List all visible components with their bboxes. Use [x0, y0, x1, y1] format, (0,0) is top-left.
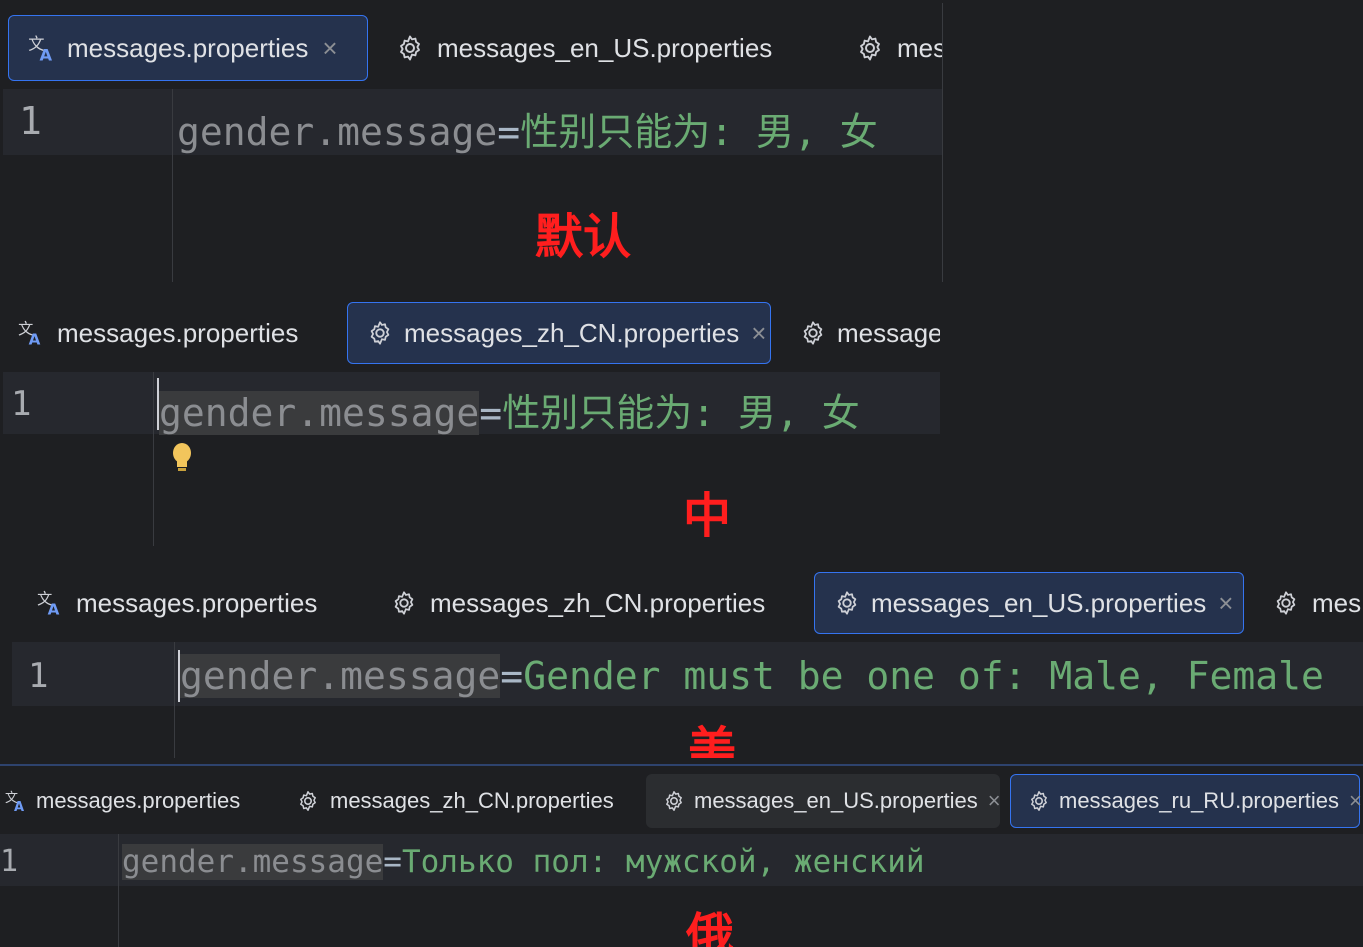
- code-line: gender.message=Gender must be one of: Ma…: [180, 654, 1324, 698]
- gear-icon: [662, 789, 686, 813]
- translate-icon: [27, 33, 57, 63]
- tab-messages-en-us[interactable]: messages_en_US.properties ×: [814, 572, 1244, 634]
- tab-label: messages.properties: [76, 587, 318, 618]
- close-icon[interactable]: ×: [322, 33, 337, 64]
- translate-icon: [4, 789, 28, 813]
- tab-messages-properties[interactable]: messages.properties ×: [8, 15, 368, 81]
- line-number: 1: [11, 384, 32, 424]
- close-icon[interactable]: ×: [988, 788, 1001, 814]
- property-key: gender.message: [177, 110, 498, 154]
- translate-icon: [36, 589, 64, 617]
- tab-messages-properties[interactable]: messages.properties: [4, 774, 240, 828]
- line-number: 1: [0, 844, 19, 879]
- code-editor[interactable]: 1 gender.message=性别只能为: 男, 女 默认: [3, 89, 942, 282]
- code-line: gender.message=性别只能为: 男, 女: [177, 101, 878, 156]
- tab-messages-zh-cn[interactable]: messages_zh_CN.properties: [390, 572, 765, 634]
- line-number: 1: [19, 99, 42, 143]
- gear-icon: [1272, 589, 1300, 617]
- gear-icon: [1027, 789, 1051, 813]
- editor-panel-zh-cn: messages.properties messages_zh_CN.prope…: [3, 290, 940, 546]
- tab-messages-zh-cn[interactable]: messages_zh_CN.properties ×: [347, 302, 771, 364]
- locale-annotation: 俄: [686, 908, 735, 947]
- tab-messages-properties[interactable]: messages.properties: [17, 302, 298, 364]
- tab-truncated[interactable]: mes: [1272, 572, 1361, 634]
- editor-panel-ru-ru: messages.properties messages_zh_CN.prope…: [0, 764, 1363, 947]
- tab-truncated[interactable]: mes: [855, 15, 943, 81]
- tab-label: messages.properties: [57, 317, 299, 348]
- tab-bar: messages.properties messages_zh_CN.prope…: [12, 560, 1363, 642]
- gear-icon: [296, 789, 320, 813]
- tab-bar: messages.properties messages_zh_CN.prope…: [3, 290, 940, 372]
- property-value: Только пол: мужской, женский: [401, 844, 925, 880]
- equals-sign: =: [383, 844, 402, 880]
- tab-label: mes: [897, 32, 943, 63]
- gear-icon: [366, 319, 394, 347]
- gear-icon: [855, 33, 885, 63]
- equals-sign: =: [497, 110, 521, 154]
- tab-label: messages_ru_RU.properties: [1059, 788, 1340, 813]
- tab-label: mes: [1312, 587, 1362, 618]
- close-icon[interactable]: ×: [751, 318, 766, 349]
- locale-annotation: 美: [688, 722, 737, 758]
- tab-label: messages_en_US.properties: [871, 587, 1207, 618]
- gutter-separator: [153, 372, 154, 546]
- property-value: 性别只能为: 男, 女: [520, 110, 878, 154]
- gear-icon: [395, 33, 425, 63]
- property-value: 性别只能为: 男, 女: [502, 391, 860, 435]
- tab-label: messages_en_US.properties: [694, 788, 978, 813]
- close-icon[interactable]: ×: [1218, 588, 1233, 619]
- tab-label: messages.properties: [67, 32, 309, 63]
- line-number: 1: [28, 656, 49, 696]
- code-line: gender.message=性别只能为: 男, 女: [159, 382, 860, 437]
- equals-sign: =: [479, 391, 503, 435]
- property-key: gender.message: [159, 391, 480, 435]
- gutter-separator: [174, 642, 175, 758]
- equals-sign: =: [500, 654, 524, 698]
- gear-icon: [390, 589, 418, 617]
- gutter-separator: [172, 89, 173, 282]
- tab-label: messages_zh_CN.properties: [430, 587, 766, 618]
- tab-bar: messages.properties × messages_en_US.pro…: [3, 3, 942, 89]
- tab-label: messages_en_US.properties: [437, 32, 773, 63]
- translate-icon: [17, 319, 45, 347]
- tab-messages-en-us[interactable]: messages_en_US.properties: [395, 15, 772, 81]
- tab-label: messages_zh_CN.properties: [404, 317, 740, 348]
- property-key: gender.message: [122, 844, 384, 880]
- locale-annotation: 中: [683, 488, 732, 544]
- property-value: Gender must be one of: Male, Female: [523, 654, 1324, 698]
- editor-panel-en-us: messages.properties messages_zh_CN.prope…: [12, 560, 1363, 758]
- gear-icon: [833, 589, 861, 617]
- gear-icon: [799, 319, 827, 347]
- tab-messages-en-us[interactable]: messages_en_US.properties ×: [646, 774, 1001, 828]
- tab-label: message: [837, 317, 940, 348]
- tab-messages-ru-ru[interactable]: messages_ru_RU.properties ×: [1010, 774, 1362, 828]
- tab-label: messages.properties: [36, 788, 241, 813]
- gutter-separator: [118, 834, 119, 947]
- code-editor[interactable]: 1 gender.message=Только пол: мужской, же…: [0, 834, 1363, 947]
- tab-messages-zh-cn[interactable]: messages_zh_CN.properties: [296, 774, 614, 828]
- tab-messages-properties[interactable]: messages.properties: [36, 572, 317, 634]
- tab-truncated[interactable]: message: [799, 302, 940, 364]
- tab-bar: messages.properties messages_zh_CN.prope…: [0, 766, 1363, 834]
- tab-label: messages_zh_CN.properties: [330, 788, 614, 813]
- locale-annotation: 默认: [535, 209, 632, 265]
- lightbulb-icon[interactable]: [171, 442, 193, 477]
- editor-panel-default: messages.properties × messages_en_US.pro…: [3, 3, 943, 282]
- property-key: gender.message: [180, 654, 501, 698]
- code-editor[interactable]: 1 gender.message=Gender must be one of: …: [12, 642, 1363, 758]
- code-editor[interactable]: 1 gender.message=性别只能为: 男, 女 中: [3, 372, 940, 546]
- close-icon[interactable]: ×: [1349, 788, 1362, 814]
- code-line: gender.message=Только пол: мужской, женс…: [122, 844, 925, 880]
